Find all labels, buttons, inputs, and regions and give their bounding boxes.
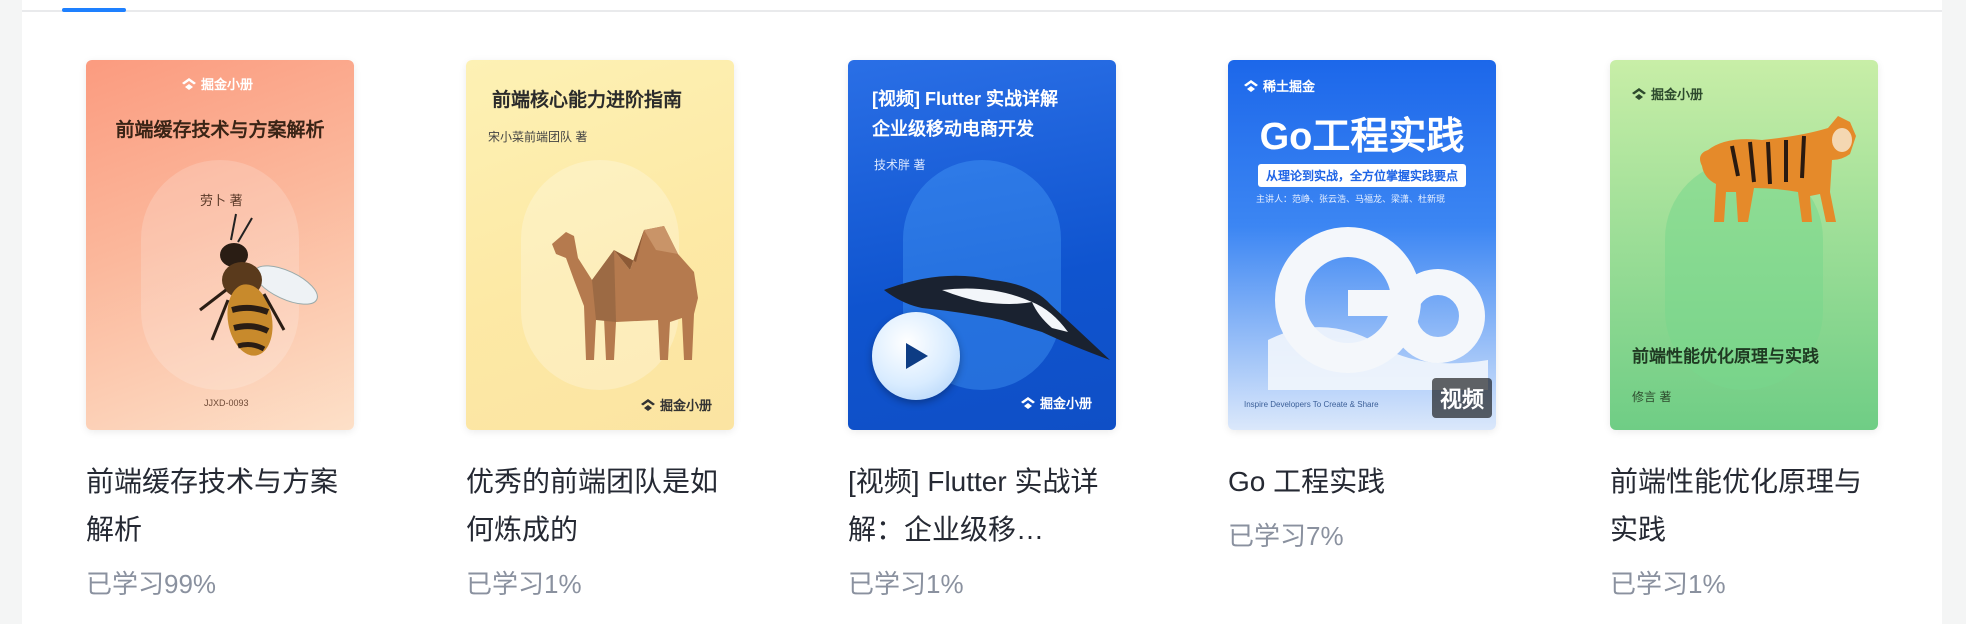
book-card-5[interactable]: 掘金小册 前端性能优化原理与实践 修言 著 前端性能优化原理与实践 已学习1% [1610, 60, 1878, 601]
book-cover[interactable]: 掘金小册 前端性能优化原理与实践 修言 著 [1610, 60, 1878, 430]
cover-author: 技术胖 著 [874, 158, 926, 172]
play-icon [906, 343, 928, 369]
course-panel: 掘金小册 前端缓存技术与方案解析 劳卜 著 JJXD-0093 前端缓存技术与方… [22, 0, 1942, 624]
cover-brand-label: 掘金小册 [659, 398, 712, 413]
tiger-illustration-icon [1700, 116, 1856, 222]
cover-brand-label: 掘金小册 [201, 77, 254, 92]
book-title[interactable]: Go 工程实践 [1228, 458, 1490, 506]
go-3d-logo-icon [1268, 227, 1488, 390]
cover-title: 前端性能优化原理与实践 [1632, 347, 1819, 366]
book-card-2[interactable]: 前端核心能力进阶指南 宋小菜前端团队 著 掘金小册 优秀的前端团队是如何炼成的 … [466, 60, 734, 601]
learning-progress: 已学习7% [1228, 521, 1344, 551]
learning-progress: 已学习99% [86, 569, 217, 599]
cover-brand: 稀土掘金 [1244, 76, 1315, 95]
cover-author: 劳卜 著 [200, 193, 243, 208]
cover-brand: 掘金小册 [182, 74, 253, 93]
book-cover[interactable]: 稀土掘金 Go工程实践 从理论到实战，全方位掌握实践要点 主讲人：范峥、张云浩、… [1228, 60, 1496, 430]
active-tab-indicator [62, 8, 126, 12]
cover-brand: 掘金小册 [640, 395, 712, 414]
book-title[interactable]: 优秀的前端团队是如何炼成的 [466, 458, 728, 554]
cover-title: [视频] Flutter 实战详解 [872, 89, 1058, 109]
cover-author: 宋小菜前端团队 著 [488, 130, 588, 144]
book-card-3[interactable]: [视频] Flutter 实战详解 企业级移动电商开发 技术胖 著 掘金小册 [… [848, 60, 1116, 601]
tab-bar-divider [22, 10, 1942, 12]
learning-progress: 已学习1% [1610, 569, 1726, 599]
book-card-4[interactable]: 稀土掘金 Go工程实践 从理论到实战，全方位掌握实践要点 主讲人：范峥、张云浩、… [1228, 60, 1496, 553]
learning-progress: 已学习1% [848, 569, 964, 599]
cover-brand-label: 掘金小册 [1039, 396, 1092, 411]
play-button[interactable] [872, 312, 960, 400]
bee-illustration-icon [199, 213, 318, 356]
book-card-1[interactable]: 掘金小册 前端缓存技术与方案解析 劳卜 著 JJXD-0093 前端缓存技术与方… [86, 60, 354, 601]
learning-progress: 已学习1% [466, 569, 582, 599]
cover-brand: 掘金小册 [1020, 393, 1092, 412]
juejin-logo-icon [182, 77, 196, 90]
book-cover[interactable]: 掘金小册 前端缓存技术与方案解析 劳卜 著 JJXD-0093 [86, 60, 354, 430]
cover-code: JJXD-0093 [204, 398, 249, 408]
juejin-logo-icon [1020, 396, 1035, 409]
cover-slogan: Inspire Developers To Create & Share [1244, 400, 1379, 409]
cover-subtitle: 企业级移动电商开发 [872, 119, 1034, 139]
cover-tagline: 从理论到实战，全方位掌握实践要点 [1258, 164, 1466, 187]
juejin-logo-icon [1244, 79, 1258, 92]
book-title[interactable]: 前端性能优化原理与实践 [1610, 458, 1872, 554]
cover-brand-label: 稀土掘金 [1263, 79, 1316, 94]
book-cover[interactable]: [视频] Flutter 实战详解 企业级移动电商开发 技术胖 著 掘金小册 [848, 60, 1116, 430]
cover-title: 前端核心能力进阶指南 [492, 90, 683, 111]
cover-title: 前端缓存技术与方案解析 [115, 120, 325, 141]
camel-illustration-icon [552, 226, 698, 360]
cover-speakers: 主讲人：范峥、张云浩、马福龙、梁潇、杜新珉 [1256, 194, 1446, 204]
book-cover[interactable]: 前端核心能力进阶指南 宋小菜前端团队 著 掘金小册 [466, 60, 734, 430]
book-title[interactable]: 前端缓存技术与方案解析 [86, 458, 348, 554]
cover-title: Go工程实践 [1259, 116, 1465, 158]
juejin-logo-icon [1632, 87, 1646, 100]
juejin-logo-icon [640, 398, 655, 411]
book-title[interactable]: [视频] Flutter 实战详解：企业级移… [848, 458, 1110, 554]
cover-author: 修言 著 [1632, 390, 1672, 404]
video-badge: 视频 [1431, 378, 1492, 418]
